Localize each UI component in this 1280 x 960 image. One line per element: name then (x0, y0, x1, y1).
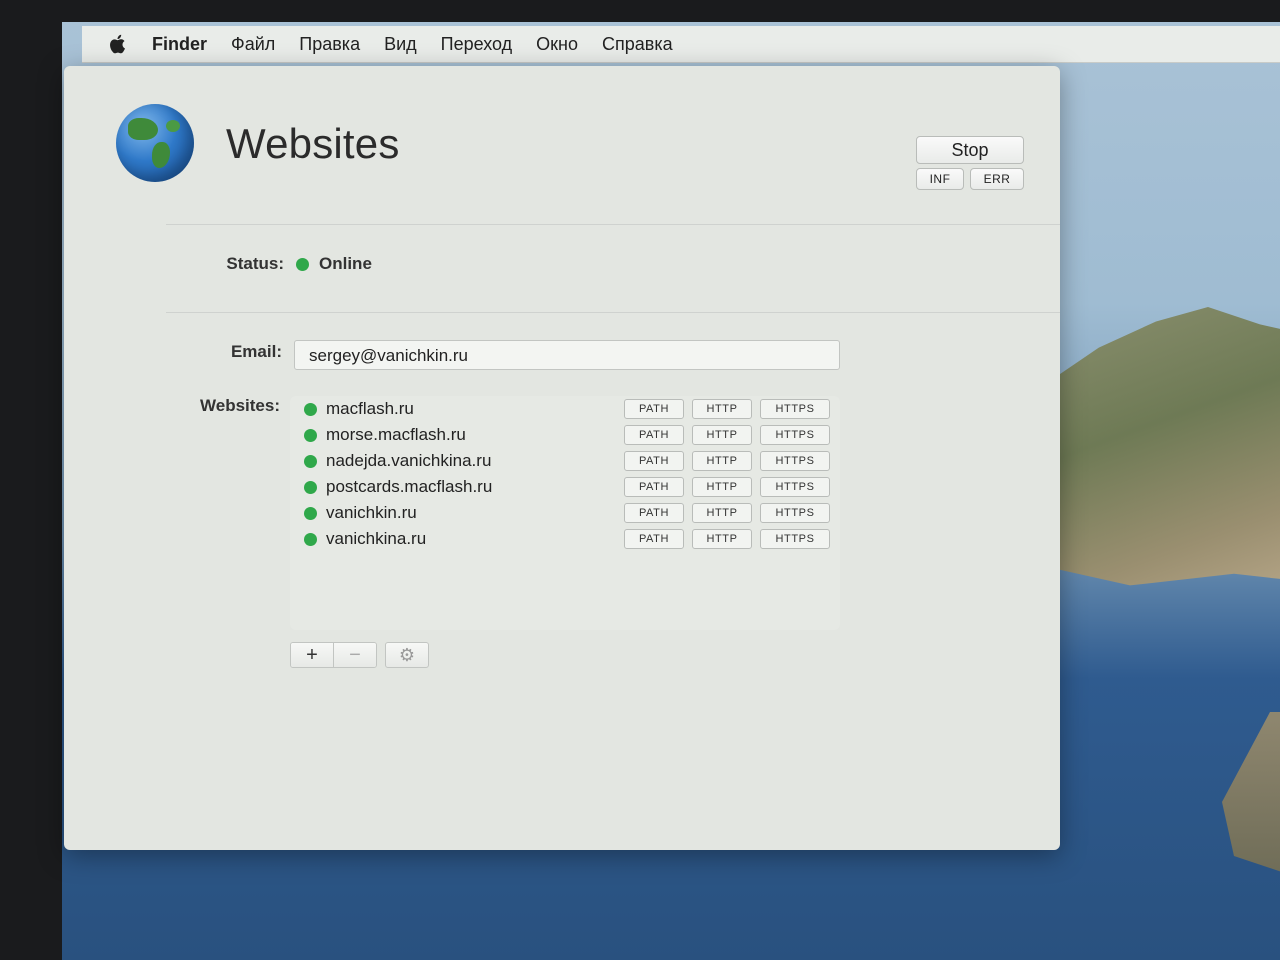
status-label: Status: (226, 254, 284, 273)
remove-site-button[interactable]: − (333, 643, 376, 667)
menu-finder[interactable]: Finder (152, 34, 207, 55)
err-log-button[interactable]: ERR (970, 168, 1024, 190)
https-button[interactable]: HTTPS (760, 451, 830, 471)
path-button[interactable]: PATH (624, 529, 684, 549)
site-name: postcards.macflash.ru (326, 477, 493, 496)
list-item[interactable]: macflash.ru PATH HTTP HTTPS (290, 396, 840, 422)
site-online-icon (304, 506, 317, 520)
settings-button[interactable]: ⚙ (385, 642, 429, 668)
http-button[interactable]: HTTP (692, 503, 752, 523)
path-button[interactable]: PATH (624, 477, 684, 497)
menu-file[interactable]: Файл (231, 34, 275, 55)
inf-log-button[interactable]: INF (916, 168, 964, 190)
email-label: Email: (230, 342, 282, 361)
menu-edit[interactable]: Правка (299, 34, 360, 55)
websites-label: Websites: (200, 396, 280, 415)
menu-view[interactable]: Вид (384, 34, 417, 55)
path-button[interactable]: PATH (624, 451, 684, 471)
menu-window[interactable]: Окно (536, 34, 578, 55)
menu-go[interactable]: Переход (441, 34, 513, 55)
site-name: morse.macflash.ru (326, 425, 466, 444)
status-online-icon (296, 257, 309, 271)
wallpaper-cliff (1222, 712, 1280, 892)
gear-icon: ⚙ (398, 644, 416, 665)
websites-list[interactable]: macflash.ru PATH HTTP HTTPS morse.macfla… (290, 396, 840, 630)
https-button[interactable]: HTTPS (760, 529, 830, 549)
divider (166, 312, 1060, 313)
http-button[interactable]: HTTP (692, 529, 752, 549)
https-button[interactable]: HTTPS (760, 503, 830, 523)
path-button[interactable]: PATH (624, 399, 684, 419)
apple-menu-icon[interactable] (108, 34, 126, 54)
site-online-icon (304, 532, 317, 546)
menu-bar: Finder Файл Правка Вид Переход Окно Спра… (82, 26, 1280, 63)
site-name: macflash.ru (326, 399, 414, 418)
site-online-icon (304, 454, 317, 468)
list-toolbar: + − ⚙ (290, 642, 429, 668)
list-item[interactable]: nadejda.vanichkina.ru PATH HTTP HTTPS (290, 448, 840, 474)
site-online-icon (304, 428, 317, 442)
list-item[interactable]: vanichkin.ru PATH HTTP HTTPS (290, 500, 840, 526)
http-button[interactable]: HTTP (692, 425, 752, 445)
list-item[interactable]: morse.macflash.ru PATH HTTP HTTPS (290, 422, 840, 448)
stop-button[interactable]: Stop (916, 136, 1024, 164)
list-item[interactable]: vanichkina.ru PATH HTTP HTTPS (290, 526, 840, 552)
https-button[interactable]: HTTPS (760, 399, 830, 419)
http-button[interactable]: HTTP (692, 451, 752, 471)
menu-help[interactable]: Справка (602, 34, 673, 55)
http-button[interactable]: HTTP (692, 399, 752, 419)
site-online-icon (304, 402, 317, 416)
window-title: Websites (226, 120, 400, 167)
status-indicator: Online (296, 254, 372, 274)
wallpaper-island (1052, 307, 1280, 586)
https-button[interactable]: HTTPS (760, 477, 830, 497)
path-button[interactable]: PATH (624, 503, 684, 523)
site-name: vanichkin.ru (326, 503, 417, 522)
email-field[interactable]: sergey@vanichkin.ru (294, 340, 840, 370)
list-item[interactable]: postcards.macflash.ru PATH HTTP HTTPS (290, 474, 840, 500)
add-site-button[interactable]: + (291, 643, 333, 667)
status-value: Online (319, 254, 372, 273)
http-button[interactable]: HTTP (692, 477, 752, 497)
site-name: nadejda.vanichkina.ru (326, 451, 492, 470)
path-button[interactable]: PATH (624, 425, 684, 445)
divider (166, 224, 1060, 225)
globe-icon (116, 104, 194, 182)
site-online-icon (304, 480, 317, 494)
https-button[interactable]: HTTPS (760, 425, 830, 445)
add-remove-control: + − (290, 642, 377, 668)
site-name: vanichkina.ru (326, 529, 427, 548)
websites-window: Websites Stop INF ERR Status: Online Ema… (64, 66, 1060, 850)
